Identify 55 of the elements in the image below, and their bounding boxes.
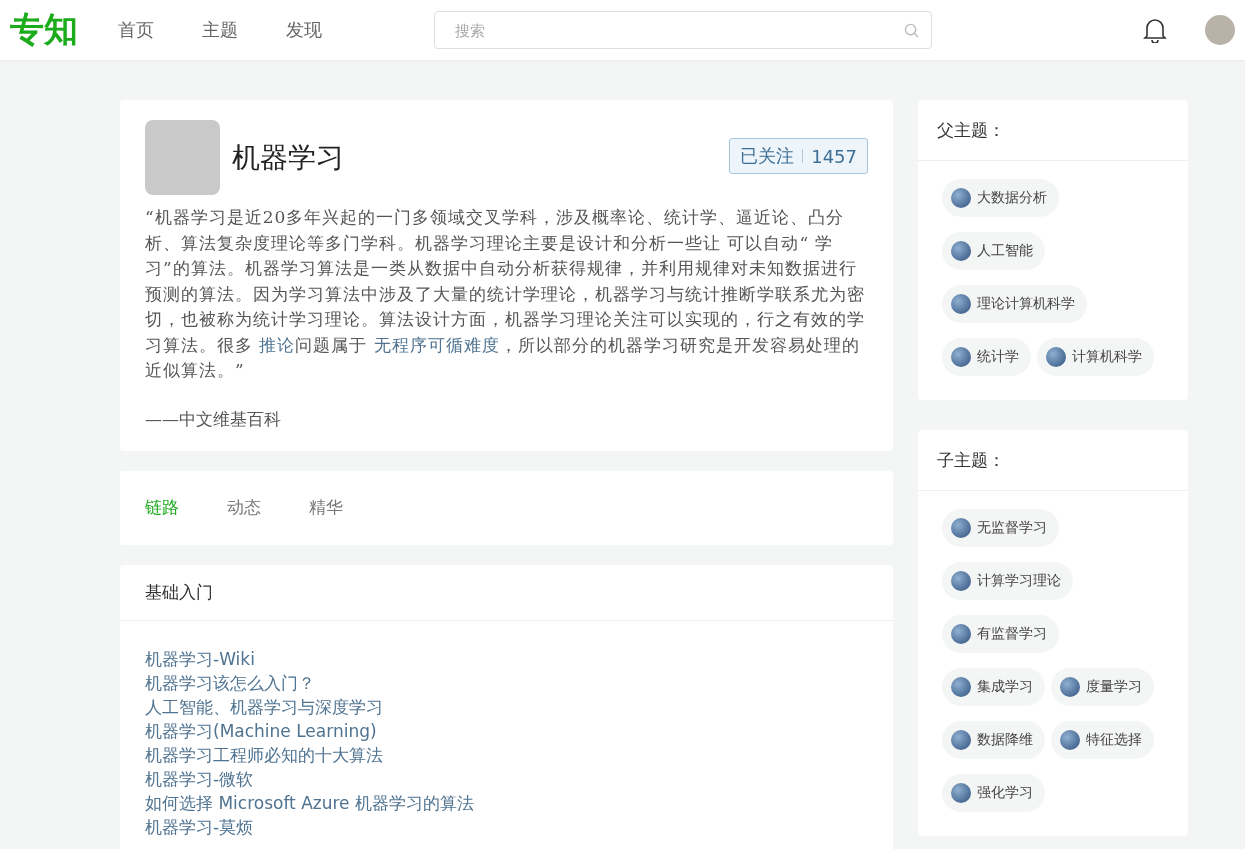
topic-chip[interactable]: 理论计算机科学 [942,285,1087,323]
topic-thumbnail [1060,677,1080,697]
topic-chip[interactable]: 无监督学习 [942,509,1059,547]
resource-link[interactable]: 机器学习该怎么入门？ [145,670,868,695]
description-link[interactable]: 推论 [259,334,296,355]
tab[interactable]: 精华 [309,496,343,519]
topic-chip[interactable]: 数据降维 [942,721,1045,759]
topic-chip[interactable]: 度量学习 [1051,668,1154,706]
topic-chip[interactable]: 计算机科学 [1037,338,1154,376]
topic-thumbnail [1060,730,1080,750]
topic-thumbnail [951,730,971,750]
bell-icon[interactable] [1143,17,1167,43]
topic-thumbnail [951,294,971,314]
topic-thumbnail [951,624,971,644]
resource-link[interactable]: 人工智能、机器学习与深度学习 [145,694,868,719]
topic-description: “机器学习是近20多年兴起的一门多领域交叉学科，涉及概率论、统计学、逼近论、凸分析、算法复杂度理论等多门学科。机器学习理论主要是设计和分析一些让 可以自动“ 学习”的算法。机器学习算法是一类从数据中自动分析获得规律，并利用规律对未知数据进行预测的算法。因为学习算法中涉及了大量的统计学理论，机器学习与统计推断学联系尤为密切，也被称为统计学习理论。算法设计方面，机器学习理论关注可以实现的，行之有效的学习算法。很多 推论问题属于 无程序可循难度，所以部分的机器学习研究是开发容易处理的近似算法。” [145,206,866,382]
topic-chip[interactable]: 人工智能 [942,232,1045,270]
resource-link[interactable]: 机器学习(Machine Learning) [145,718,868,743]
topic-chip[interactable]: 计算学习理论 [942,562,1073,600]
topic-chip[interactable]: 有监督学习 [942,615,1059,653]
topic-thumbnail [951,571,971,591]
search-icon[interactable] [904,22,919,38]
site-logo[interactable]: 专知 [10,7,78,53]
description-link[interactable]: 无程序可循难度 [373,334,500,355]
topic-chip[interactable]: 强化学习 [942,774,1045,812]
resource-link[interactable]: 如何选择 Microsoft Azure 机器学习的算法 [145,790,868,815]
card-title: 父主题： [918,100,1188,161]
resource-link[interactable]: 机器学习工程师必知的十大算法 [145,742,868,767]
search-field[interactable]: 搜索 [434,11,932,49]
card-title: 子主题： [918,430,1188,491]
nav-link[interactable]: 主题 [202,18,238,42]
tab[interactable]: 链路 [145,496,179,519]
topic-chip[interactable]: 统计学 [942,338,1031,376]
topic-thumbnail [951,241,971,261]
tab[interactable]: 动态 [227,496,261,519]
topic-chip[interactable]: 特征选择 [1051,721,1154,759]
follow-button[interactable]: 已关注 1457 [729,138,868,174]
resource-link[interactable]: 机器学习-莫烦 [145,814,868,839]
nav-link[interactable]: 发现 [286,18,322,42]
topic-thumbnail [951,677,971,697]
topic-thumbnail [951,188,971,208]
user-avatar[interactable] [1205,15,1235,45]
nav-link[interactable]: 首页 [118,18,154,42]
topic-title: 机器学习 [232,139,344,176]
search-input[interactable]: 搜索 [453,20,904,40]
source-attribution: ——中文维基百科 [145,407,282,431]
topic-chip[interactable]: 集成学习 [942,668,1045,706]
topic-thumbnail [1046,347,1066,367]
topic-thumbnail [951,347,971,367]
resource-link[interactable]: 机器学习-Wiki [145,646,868,671]
topic-chip[interactable]: 大数据分析 [942,179,1059,217]
topic-thumbnail [951,518,971,538]
resource-link[interactable]: 机器学习-微软 [145,766,868,791]
topic-thumbnail [951,783,971,803]
section-title: 基础入门 [120,564,893,621]
